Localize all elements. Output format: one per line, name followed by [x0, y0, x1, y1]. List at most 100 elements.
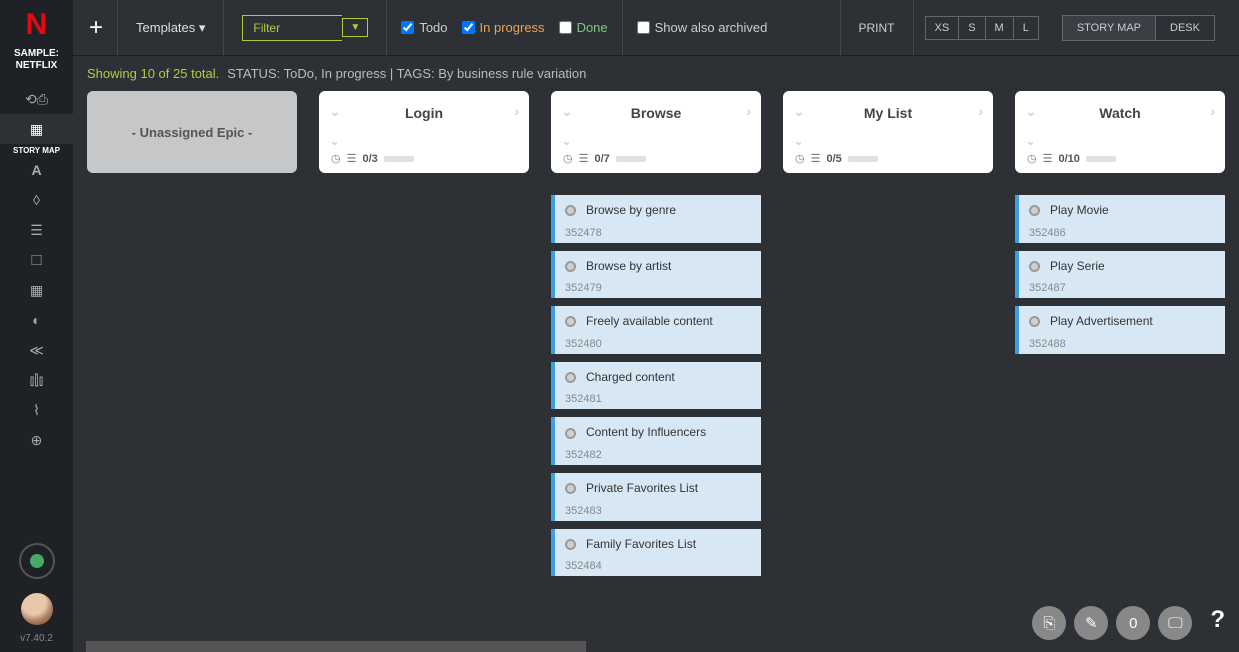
story-card[interactable]: Freely available content352480 — [551, 306, 761, 354]
filter-dropdown-icon[interactable]: ▼ — [342, 18, 368, 37]
progress-bar — [1086, 156, 1116, 162]
status-dot-icon — [565, 428, 576, 439]
nav-download-icon[interactable]: ⊕ — [0, 425, 73, 455]
epic-header[interactable]: ⌄›Browse⌄◷☰0/7 — [551, 91, 761, 173]
story-card[interactable]: Family Favorites List 352484 — [551, 529, 761, 577]
epic-count: 0/10 — [1058, 153, 1079, 165]
edit-icon[interactable]: ✎ — [1074, 606, 1108, 640]
story-card[interactable]: Content by Influencers352482 — [551, 417, 761, 465]
nav-bulb-icon[interactable]: ◊ — [0, 185, 73, 215]
chevron-down-icon[interactable]: ⌄ — [793, 103, 805, 120]
card-id: 352488 — [1029, 338, 1215, 350]
print-button[interactable]: PRINT — [840, 0, 914, 56]
progress-bar — [848, 156, 878, 162]
version-label: v7.40.2 — [20, 633, 53, 644]
card-title: Play Serie — [1050, 259, 1105, 275]
avatar[interactable] — [21, 593, 53, 625]
nav-list-icon[interactable]: ☰ — [0, 215, 73, 245]
filter-input[interactable] — [242, 15, 342, 41]
status-dot-icon — [1029, 205, 1040, 216]
monitor-icon[interactable]: 🖵 — [1158, 606, 1192, 640]
nav-chart-icon[interactable]: ⫾⫿⫾ — [0, 365, 73, 395]
tab-desk[interactable]: DESK — [1155, 15, 1215, 41]
story-card[interactable]: Play Advertisement352488 — [1015, 306, 1225, 354]
chevron-down-icon[interactable]: ⌄ — [561, 103, 573, 120]
epic-count: 0/3 — [362, 153, 377, 165]
tab-storymap[interactable]: STORY MAP — [1062, 15, 1156, 41]
chevron-down-icon[interactable]: ⌄ — [1025, 103, 1037, 120]
copy-icon[interactable]: ⎘ — [1032, 606, 1066, 640]
story-card[interactable]: Play Movie352486 — [1015, 195, 1225, 243]
horizontal-scrollbar[interactable] — [86, 641, 586, 652]
card-title: Private Favorites List — [586, 481, 698, 497]
list-icon: ☰ — [811, 152, 821, 165]
filter: ▼ — [242, 15, 368, 41]
card-id: 352482 — [565, 449, 751, 461]
status-dot-icon — [1029, 261, 1040, 272]
card-id: 352478 — [565, 227, 751, 239]
collapse-icon[interactable]: ⌄ — [793, 133, 804, 149]
count-badge[interactable]: 0 — [1116, 606, 1150, 640]
nav-storymap-icon[interactable]: ▦ — [0, 114, 73, 144]
card-title: Play Movie — [1050, 203, 1109, 219]
clock-icon: ◷ — [563, 152, 573, 165]
collapse-icon[interactable]: ⌄ — [561, 133, 572, 149]
epic-header[interactable]: ⌄›My List⌄◷☰0/5 — [783, 91, 993, 173]
column: ⌄›Browse⌄◷☰0/7Browse by genre352478Brows… — [551, 91, 761, 638]
showing-count: Showing 10 of 25 total. — [87, 66, 219, 81]
project-name[interactable]: SAMPLE: NETFLIX — [0, 48, 73, 72]
column: ⌄›Watch⌄◷☰0/10Play Movie352486Play Serie… — [1015, 91, 1225, 638]
nav-storymap-label: STORY MAP — [13, 146, 60, 155]
nav-attach-icon[interactable]: ⌇ — [0, 395, 73, 425]
card-id: 352483 — [565, 505, 751, 517]
card-title: Browse by genre — [586, 203, 676, 219]
size-xs[interactable]: XS — [925, 16, 960, 40]
story-card[interactable]: Browse by artist352479 — [551, 251, 761, 299]
status-row: Showing 10 of 25 total. STATUS: ToDo, In… — [73, 56, 1239, 91]
status-dot-icon — [565, 205, 576, 216]
status-dot-icon — [565, 316, 576, 327]
collapse-icon[interactable]: ⌄ — [1025, 133, 1036, 149]
card-title: Freely available content — [586, 314, 713, 330]
done-checkbox[interactable]: Done — [559, 20, 608, 35]
clock-icon: ◷ — [1027, 152, 1037, 165]
chevron-right-icon[interactable]: › — [978, 103, 983, 119]
todo-checkbox[interactable]: Todo — [401, 20, 447, 35]
column: - Unassigned Epic - — [87, 91, 297, 638]
list-icon: ☰ — [1043, 152, 1053, 165]
chevron-right-icon[interactable]: › — [746, 103, 751, 119]
epic-title: Browse — [551, 91, 761, 121]
epic-header[interactable]: ⌄›Watch⌄◷☰0/10 — [1015, 91, 1225, 173]
epic-count: 0/7 — [594, 153, 609, 165]
nav-suitcase-icon[interactable]: ⟲⎙ — [0, 84, 73, 114]
add-button[interactable]: + — [85, 0, 118, 56]
progress-bar — [616, 156, 646, 162]
story-card[interactable]: Private Favorites List 352483 — [551, 473, 761, 521]
nav-briefcase-icon[interactable]: 🞎 — [0, 245, 73, 275]
record-button[interactable] — [19, 543, 55, 579]
help-icon[interactable]: ? — [1210, 606, 1225, 640]
nav-calendar-icon[interactable]: ▦ — [0, 275, 73, 305]
card-id: 352484 — [565, 560, 751, 572]
epic-header[interactable]: ⌄›Login⌄◷☰0/3 — [319, 91, 529, 173]
templates-dropdown[interactable]: Templates ▾ — [118, 0, 224, 56]
unassigned-epic-header[interactable]: - Unassigned Epic - — [87, 91, 297, 173]
size-m[interactable]: M — [985, 16, 1014, 40]
archived-checkbox[interactable]: Show also archived — [637, 20, 768, 35]
nav-road-icon[interactable]: A — [0, 155, 73, 185]
inprogress-checkbox[interactable]: In progress — [462, 20, 545, 35]
chevron-down-icon[interactable]: ⌄ — [329, 103, 341, 120]
size-s[interactable]: S — [958, 16, 985, 40]
sidebar: N SAMPLE: NETFLIX ⟲⎙ ▦ STORY MAP A ◊ ☰ 🞎… — [0, 0, 73, 652]
size-l[interactable]: L — [1013, 16, 1039, 40]
list-icon: ☰ — [579, 152, 589, 165]
story-card[interactable]: Play Serie352487 — [1015, 251, 1225, 299]
nav-chat-icon[interactable]: ◐ — [0, 305, 73, 335]
chevron-right-icon[interactable]: › — [1210, 103, 1215, 119]
chevron-right-icon[interactable]: › — [514, 103, 519, 119]
story-card[interactable]: Charged content352481 — [551, 362, 761, 410]
story-card[interactable]: Browse by genre 352478 — [551, 195, 761, 243]
nav-share-icon[interactable]: ≪ — [0, 335, 73, 365]
card-title: Family Favorites List — [586, 537, 696, 553]
collapse-icon[interactable]: ⌄ — [329, 133, 340, 149]
